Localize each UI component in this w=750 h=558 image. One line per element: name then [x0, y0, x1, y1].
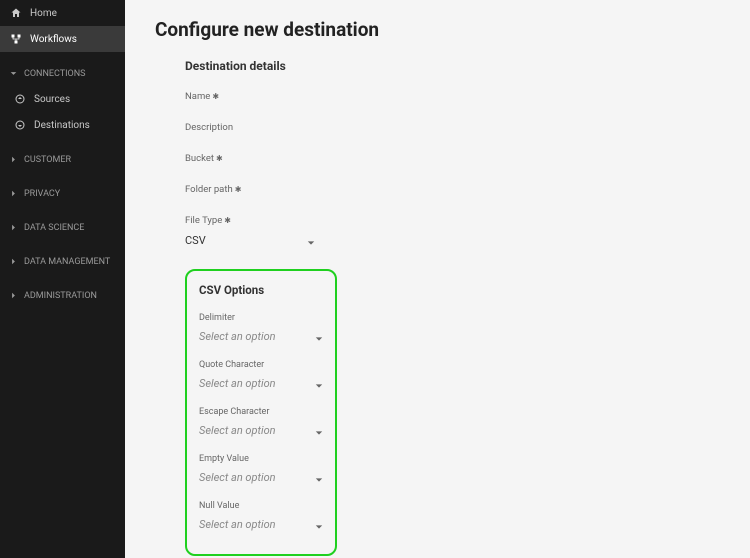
nav-destinations-label: Destinations — [34, 120, 90, 131]
chevron-down-icon — [315, 474, 323, 482]
nav-section-customer[interactable]: CUSTOMER — [0, 148, 125, 172]
nav-sources-label: Sources — [34, 94, 70, 105]
file-type-select[interactable]: CSV — [185, 232, 315, 249]
home-icon — [10, 7, 22, 19]
nav-section-data-management-label: DATA MANAGEMENT — [24, 257, 110, 267]
chevron-right-icon — [10, 224, 18, 232]
destinations-icon — [14, 119, 26, 131]
label-bucket: Bucket✱ — [185, 153, 315, 164]
field-description: Description — [185, 122, 315, 133]
field-file-type: File Type✱ CSV — [185, 215, 315, 249]
chevron-down-icon — [10, 70, 18, 78]
label-quote-character: Quote Character — [199, 360, 323, 370]
nav-section-connections[interactable]: CONNECTIONS — [0, 62, 125, 86]
field-escape-character: Escape Character Select an option — [199, 407, 323, 439]
chevron-down-icon — [315, 333, 323, 341]
nav-home-label: Home — [30, 8, 57, 19]
empty-placeholder: Select an option — [199, 471, 276, 484]
chevron-down-icon — [315, 427, 323, 435]
nav-destinations[interactable]: Destinations — [4, 112, 125, 138]
csv-options-box: CSV Options Delimiter Select an option Q… — [185, 269, 337, 556]
delimiter-placeholder: Select an option — [199, 330, 276, 343]
field-empty-value: Empty Value Select an option — [199, 454, 323, 486]
escape-character-select[interactable]: Select an option — [199, 422, 323, 439]
csv-options-heading: CSV Options — [199, 283, 323, 297]
chevron-down-icon — [315, 380, 323, 388]
nav-section-administration-label: ADMINISTRATION — [24, 291, 97, 301]
nav-section-privacy-label: PRIVACY — [24, 189, 60, 199]
delimiter-select[interactable]: Select an option — [199, 328, 323, 345]
chevron-down-icon — [315, 521, 323, 529]
field-bucket: Bucket✱ — [185, 153, 315, 164]
label-description: Description — [185, 122, 315, 133]
sources-icon — [14, 93, 26, 105]
field-null-value: Null Value Select an option — [199, 501, 323, 533]
nav-section-data-management[interactable]: DATA MANAGEMENT — [0, 250, 125, 274]
field-name: Name✱ — [185, 91, 315, 102]
quote-placeholder: Select an option — [199, 377, 276, 390]
null-placeholder: Select an option — [199, 518, 276, 531]
label-empty-value: Empty Value — [199, 454, 323, 464]
nav-workflows[interactable]: Workflows — [0, 26, 125, 52]
label-escape-character: Escape Character — [199, 407, 323, 417]
destination-details-heading: Destination details — [185, 59, 720, 73]
chevron-right-icon — [10, 258, 18, 266]
nav-section-administration[interactable]: ADMINISTRATION — [0, 284, 125, 308]
escape-placeholder: Select an option — [199, 424, 276, 437]
nav-sources[interactable]: Sources — [4, 86, 125, 112]
main-content: Configure new destination Destination de… — [125, 0, 750, 558]
label-folder-path: Folder path✱ — [185, 184, 315, 195]
nav-section-data-science[interactable]: DATA SCIENCE — [0, 216, 125, 240]
file-type-value: CSV — [185, 234, 206, 247]
workflows-icon — [10, 33, 22, 45]
field-delimiter: Delimiter Select an option — [199, 313, 323, 345]
chevron-right-icon — [10, 156, 18, 164]
nav-section-connections-label: CONNECTIONS — [24, 69, 86, 79]
nav-section-data-science-label: DATA SCIENCE — [24, 223, 84, 233]
page-title: Configure new destination — [155, 18, 720, 41]
label-delimiter: Delimiter — [199, 313, 323, 323]
chevron-down-icon — [307, 237, 315, 245]
label-null-value: Null Value — [199, 501, 323, 511]
chevron-right-icon — [10, 190, 18, 198]
label-file-type: File Type✱ — [185, 215, 315, 226]
form-area: Destination details Name✱ Description Bu… — [155, 59, 720, 556]
quote-character-select[interactable]: Select an option — [199, 375, 323, 392]
field-folder-path: Folder path✱ — [185, 184, 315, 195]
empty-value-select[interactable]: Select an option — [199, 469, 323, 486]
label-name: Name✱ — [185, 91, 315, 102]
nav-section-privacy[interactable]: PRIVACY — [0, 182, 125, 206]
nav-workflows-label: Workflows — [30, 34, 77, 45]
null-value-select[interactable]: Select an option — [199, 516, 323, 533]
chevron-right-icon — [10, 292, 18, 300]
nav-home[interactable]: Home — [0, 0, 125, 26]
sidebar: Home Workflows CONNECTIONS Sources Desti… — [0, 0, 125, 558]
field-quote-character: Quote Character Select an option — [199, 360, 323, 392]
nav-section-customer-label: CUSTOMER — [24, 155, 71, 165]
